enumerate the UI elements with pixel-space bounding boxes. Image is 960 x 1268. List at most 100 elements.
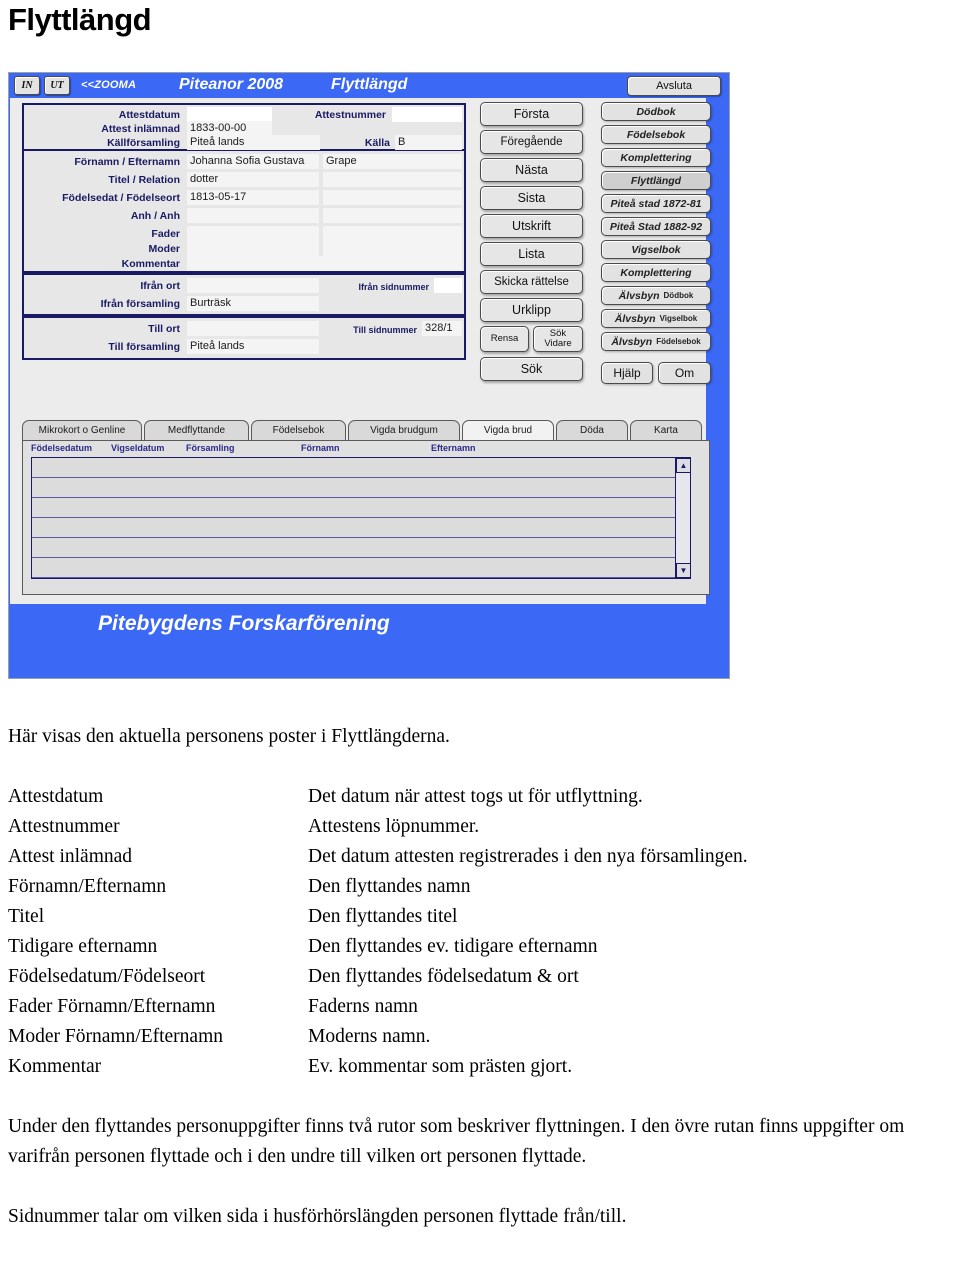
application-window-screenshot: IN UT <<ZOOMA Piteanor 2008 Flyttlängd A… <box>8 72 730 679</box>
input-attestdatum[interactable] <box>187 107 272 122</box>
button-sista[interactable]: Sista <box>480 186 583 210</box>
button-urklipp[interactable]: Urklipp <box>480 298 583 322</box>
tab-karta[interactable]: Karta <box>630 420 702 440</box>
list-row[interactable] <box>32 458 690 478</box>
button-lista[interactable]: Lista <box>480 242 583 266</box>
button-sok-vidare[interactable]: Sök Vidare <box>533 326 583 352</box>
button-foregaende[interactable]: Föregående <box>480 130 583 154</box>
input-fader-fornamn[interactable] <box>187 226 319 241</box>
col-forsamling: Församling <box>186 443 235 453</box>
list-row[interactable] <box>32 478 690 498</box>
input-attest-inlamnad[interactable]: 1833-00-00 <box>187 121 272 136</box>
button-alvsbyn-vigselbok[interactable]: Älvsbyn Vigselbok <box>601 309 711 328</box>
tab-vigda-brudgum[interactable]: Vigda brudgum <box>348 420 460 440</box>
tab-mikrokort-o-genline[interactable]: Mikrokort o Genline <box>22 420 142 440</box>
list-row[interactable] <box>32 518 690 538</box>
input-ifran-sidnummer[interactable] <box>434 278 462 293</box>
button-alvsbyn-dodbok[interactable]: Älvsbyn Dödbok <box>601 286 711 305</box>
scroll-up-icon[interactable]: ▲ <box>676 458 691 473</box>
input-efternamn[interactable]: Grape <box>323 154 462 169</box>
input-fodelseort[interactable] <box>323 190 462 205</box>
label-ifran-forsamling: Ifrån församling <box>100 298 180 310</box>
definition-row: Moder Förnamn/Efternamn Moderns namn. <box>8 1022 952 1052</box>
button-rensa[interactable]: Rensa <box>480 326 529 352</box>
button-hjalp[interactable]: Hjälp <box>601 362 653 384</box>
zooma-label[interactable]: <<ZOOMA <box>81 79 136 91</box>
scroll-down-icon[interactable]: ▼ <box>676 563 691 578</box>
input-moder-fornamn[interactable] <box>187 241 319 256</box>
in-button[interactable]: IN <box>14 76 40 95</box>
definition-term: Förnamn/Efternamn <box>8 876 167 897</box>
input-attestnummer[interactable] <box>392 107 462 122</box>
input-ifran-ort[interactable] <box>187 278 319 293</box>
button-skicka-rattelse[interactable]: Skicka rättelse <box>480 270 583 294</box>
button-vigselbok[interactable]: Vigselbok <box>601 240 711 259</box>
button-pitea-stad-1872-81[interactable]: Piteå stad 1872-81 <box>601 194 711 213</box>
definition-term: Attestdatum <box>8 786 104 807</box>
list-row[interactable] <box>32 558 690 578</box>
label-titel-relation: Titel / Relation <box>108 174 180 186</box>
definition-term: Fader Förnamn/Efternamn <box>8 996 216 1017</box>
definition-desc: Den flyttandes ev. tidigare efternamn <box>308 936 598 957</box>
label-till-sidnummer: Till sidnummer <box>353 325 417 335</box>
button-komplettering-1[interactable]: Komplettering <box>601 148 711 167</box>
input-titel[interactable]: dotter <box>187 172 319 187</box>
tab-vigda-brud[interactable]: Vigda brud <box>462 420 554 440</box>
button-forsta[interactable]: Första <box>480 102 583 126</box>
label-kalla: Källa <box>364 137 390 149</box>
input-anh-1[interactable] <box>187 208 319 223</box>
definition-row: Förnamn/Efternamn Den flyttandes namn <box>8 872 952 902</box>
exit-button[interactable]: Avsluta <box>627 76 721 96</box>
definition-desc: Ev. kommentar som prästen gjort. <box>308 1056 573 1077</box>
button-utskrift[interactable]: Utskrift <box>480 214 583 238</box>
paragraph-2: Sidnummer talar om vilken sida i husförh… <box>8 1206 627 1227</box>
button-sok[interactable]: Sök <box>480 357 583 381</box>
tab-medflyttande[interactable]: Medflyttande <box>144 420 249 440</box>
button-nasta[interactable]: Nästa <box>480 158 583 182</box>
col-fodelsedatum: Födelsedatum <box>31 443 93 453</box>
app-name-label: Piteanor 2008 <box>179 76 284 93</box>
definition-row: Tidigare efternamn Den flyttandes ev. ti… <box>8 932 952 962</box>
alvsbyn-label-3: Älvsbyn <box>611 335 653 348</box>
input-fodelsedat[interactable]: 1813-05-17 <box>187 190 319 205</box>
input-till-sidnummer[interactable]: 328/1 <box>422 321 462 336</box>
ut-button[interactable]: UT <box>44 76 70 95</box>
tab-fodelsebok[interactable]: Födelsebok <box>251 420 346 440</box>
result-list-panel: Födelsedatum Vigseldatum Församling Förn… <box>22 440 710 595</box>
definition-term: Tidigare efternamn <box>8 936 158 957</box>
vertical-scrollbar[interactable]: ▲ ▼ <box>675 458 691 578</box>
button-om[interactable]: Om <box>658 362 711 384</box>
button-fodelsebok[interactable]: Födelsebok <box>601 125 711 144</box>
list-row[interactable] <box>32 538 690 558</box>
button-pitea-stad-1882-92[interactable]: Piteå Stad 1882-92 <box>601 217 711 236</box>
label-till-ort: Till ort <box>148 323 180 335</box>
button-flyttlangd[interactable]: Flyttlängd <box>601 171 711 190</box>
input-kalla[interactable]: B <box>395 135 462 150</box>
input-fader-efternamn[interactable] <box>323 226 462 241</box>
ifran-fieldset: Ifrån ort Ifrån sidnummer Ifrån församli… <box>22 273 466 316</box>
input-ifran-forsamling[interactable]: Burträsk <box>187 296 319 311</box>
button-alvsbyn-fodelsebok[interactable]: Älvsbyn Födelsebok <box>601 332 711 351</box>
definition-row: Attestnummer Attestens löpnummer. <box>8 812 952 842</box>
app-body: Attestdatum Attestnummer Attest inlämnad… <box>10 98 711 606</box>
input-fornamn[interactable]: Johanna Sofia Gustava <box>187 154 319 169</box>
definition-desc: Det datum när attest togs ut för utflytt… <box>308 786 643 807</box>
list-row[interactable] <box>32 498 690 518</box>
tab-strip: Mikrokort o Genline Medflyttande Födelse… <box>22 420 710 440</box>
input-till-ort[interactable] <box>187 321 319 336</box>
input-moder-efternamn[interactable] <box>323 241 462 256</box>
intro-paragraph: Här visas den aktuella personens poster … <box>8 726 450 747</box>
input-anh-2[interactable] <box>323 208 462 223</box>
input-kallforsamling[interactable]: Piteå lands <box>187 135 320 150</box>
input-relation[interactable] <box>323 172 462 187</box>
definition-term: Attest inlämnad <box>8 846 133 867</box>
person-fieldset: Förnamn / Efternamn Johanna Sofia Gustav… <box>22 151 466 273</box>
result-list[interactable]: ▲ ▼ <box>31 457 691 579</box>
tab-doda[interactable]: Döda <box>556 420 628 440</box>
label-kommentar: Kommentar <box>121 258 180 270</box>
input-till-forsamling[interactable]: Piteå lands <box>187 339 319 354</box>
label-fader: Fader <box>151 228 180 240</box>
button-dodbok[interactable]: Dödbok <box>601 102 711 121</box>
button-komplettering-2[interactable]: Komplettering <box>601 263 711 282</box>
input-kommentar[interactable] <box>187 256 462 271</box>
